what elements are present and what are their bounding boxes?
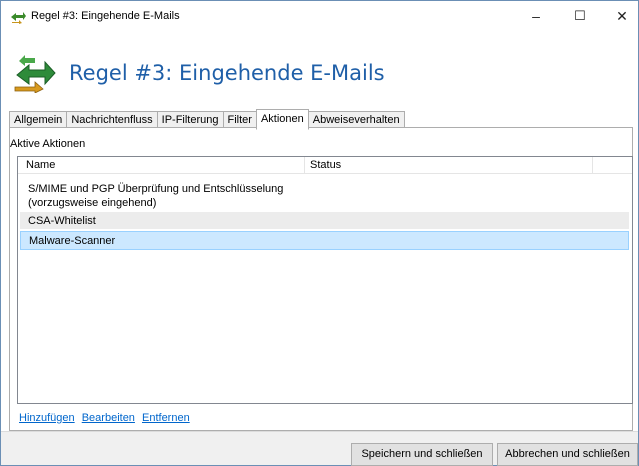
title-bar[interactable]: Regel #3: Eingehende E-Mails – ☐ ✕ bbox=[1, 1, 638, 31]
column-header-filler bbox=[593, 157, 632, 173]
list-item-selected[interactable]: Malware-Scanner bbox=[20, 231, 629, 250]
list-header: Name Status bbox=[18, 157, 632, 174]
list-item-name: CSA-Whitelist bbox=[28, 215, 96, 227]
column-header-status[interactable]: Status bbox=[305, 157, 593, 173]
rule-dialog-window: Regel #3: Eingehende E-Mails – ☐ ✕ Regel… bbox=[0, 0, 639, 466]
remove-link[interactable]: Entfernen bbox=[142, 412, 190, 424]
action-links: Hinzufügen Bearbeiten Entfernen bbox=[19, 412, 194, 424]
edit-link[interactable]: Bearbeiten bbox=[82, 412, 135, 424]
list-item-name: S/MIME und PGP Überprüfung und Entschlüs… bbox=[28, 183, 284, 209]
add-link[interactable]: Hinzufügen bbox=[19, 412, 75, 424]
list-item-name: Malware-Scanner bbox=[29, 235, 116, 247]
section-label: Aktive Aktionen bbox=[10, 138, 86, 150]
tab-bar: Allgemein Nachrichtenfluss IP-Filterung … bbox=[9, 109, 405, 130]
page-title: Regel #3: Eingehende E-Mails bbox=[69, 61, 385, 85]
maximize-button[interactable]: ☐ bbox=[570, 7, 590, 25]
close-button[interactable]: ✕ bbox=[612, 7, 632, 25]
minimize-button[interactable]: – bbox=[526, 7, 546, 25]
column-header-name[interactable]: Name bbox=[18, 157, 305, 173]
tab-aktionen[interactable]: Aktionen bbox=[255, 109, 309, 130]
actions-list[interactable]: Name Status S/MIME und PGP Überprüfung u… bbox=[17, 156, 633, 404]
list-item[interactable]: CSA-Whitelist bbox=[20, 212, 629, 229]
list-item[interactable]: S/MIME und PGP Überprüfung und Entschlüs… bbox=[20, 180, 629, 210]
cancel-and-close-button[interactable]: Abbrechen und schließen bbox=[497, 443, 638, 466]
rule-arrows-icon bbox=[14, 55, 56, 93]
save-and-close-button[interactable]: Speichern und schließen bbox=[351, 443, 493, 466]
rule-arrows-icon bbox=[11, 12, 26, 24]
window-title: Regel #3: Eingehende E-Mails bbox=[31, 10, 180, 22]
